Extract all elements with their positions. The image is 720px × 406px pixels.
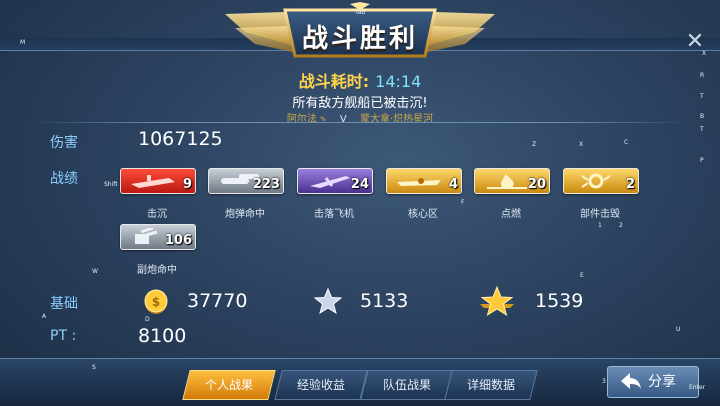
share-button[interactable]: 分享 — [607, 366, 699, 398]
key-hint: Enter — [689, 384, 706, 391]
medal-secondary-hit[interactable]: 106 — [120, 224, 196, 250]
medal-label-fire: 点燃 — [501, 209, 521, 220]
medal-count: 20 — [527, 177, 546, 192]
result-text: 所有敌方舰船已被击沉! — [292, 96, 428, 111]
ship-name: 蒙大拿·炽热星河 — [359, 114, 434, 125]
base-coins-value: 37770 — [187, 290, 248, 312]
medal-sink[interactable]: 9 — [120, 168, 196, 194]
battle-time: 战斗耗时: 14:14 — [0, 68, 720, 92]
gear-explosion-icon — [581, 173, 611, 189]
medal-label-part-destroy: 部件击毁 — [580, 209, 620, 220]
key-hint: X — [579, 141, 584, 148]
ship-core-icon — [397, 178, 441, 186]
silver-star-icon — [314, 288, 342, 314]
damage-label: 伤害 — [50, 135, 78, 151]
tab-team-result[interactable]: 队伍战果 — [360, 370, 454, 400]
key-hint: Z — [532, 141, 537, 148]
key-hint: T — [700, 93, 704, 100]
pt-label: PT : — [50, 328, 77, 344]
versus-separator: V — [339, 114, 347, 125]
key-hint: M — [20, 39, 26, 46]
gold-star-icon — [480, 286, 514, 316]
base-silver-value: 5133 — [360, 290, 409, 312]
pt-value: 8100 — [138, 325, 187, 347]
key-hint: U — [676, 326, 681, 333]
medal-part-destroy[interactable]: 2 — [563, 168, 639, 194]
medal-count: 106 — [164, 233, 192, 248]
battle-result-screen: 战斗胜利 Tab ✕ 战斗耗时: 14:14 所有敌方舰船已被击沉! 阿尔法 ✎ … — [0, 0, 720, 406]
battle-time-label: 战斗耗时: — [298, 72, 370, 91]
key-hint: 1 — [598, 222, 602, 229]
base-gold-value: 1539 — [535, 290, 584, 312]
ship-sinking-icon — [131, 175, 175, 188]
key-hint-tab: Tab — [355, 9, 366, 16]
key-hint: R — [700, 72, 705, 79]
key-hint: P — [700, 157, 704, 164]
svg-text:$: $ — [152, 295, 160, 309]
key-hint: Shift — [104, 181, 118, 188]
key-hint: B — [700, 113, 705, 120]
plane-icon — [310, 176, 350, 188]
key-hint: X — [702, 50, 707, 57]
tab-exp-income[interactable]: 经验收益 — [274, 370, 368, 400]
key-hint: C — [624, 139, 629, 146]
key-hint: F — [461, 199, 465, 206]
player-name: 阿尔法 — [286, 114, 317, 125]
tab-label: 个人战果 — [204, 378, 253, 392]
medal-count: 24 — [350, 177, 369, 192]
tab-label: 经验收益 — [296, 378, 345, 392]
medal-plane-down[interactable]: 24 — [297, 168, 373, 194]
battle-time-value: 14:14 — [375, 72, 422, 91]
key-hint: 2 — [619, 222, 623, 229]
page-title: 战斗胜利 — [301, 24, 418, 54]
medal-core[interactable]: 4 — [386, 168, 462, 194]
tab-label: 队伍战果 — [382, 378, 431, 392]
tab-personal-result[interactable]: 个人战果 — [182, 370, 276, 400]
base-label: 基础 — [50, 296, 78, 312]
record-label: 战绩 — [50, 171, 78, 187]
medal-label-sink: 击沉 — [147, 209, 167, 220]
key-hint: 3 — [602, 378, 606, 385]
medal-count: 2 — [625, 177, 635, 192]
key-hint: W — [92, 268, 98, 275]
medal-label-core: 核心区 — [408, 209, 438, 220]
share-label: 分享 — [648, 374, 676, 390]
medal-count: 9 — [182, 177, 192, 192]
fire-icon — [487, 174, 527, 189]
key-hint: E — [580, 272, 584, 279]
coin-icon: $ — [144, 289, 168, 314]
medal-label-shell-hit: 炮弹命中 — [225, 209, 265, 220]
key-hint: S — [92, 364, 96, 371]
key-hint: A — [42, 313, 47, 320]
medal-count: 223 — [252, 177, 280, 192]
medal-count: 4 — [448, 177, 458, 192]
medal-label-secondary-hit: 副炮命中 — [137, 265, 177, 276]
divider — [28, 122, 692, 123]
key-hint: T — [700, 126, 704, 133]
share-arrow-icon — [621, 373, 641, 389]
tab-detail-data[interactable]: 详细数据 — [444, 370, 538, 400]
medal-label-plane-down: 击落飞机 — [314, 209, 354, 220]
medal-fire[interactable]: 20 — [474, 168, 550, 194]
medal-shell-hit[interactable]: 223 — [208, 168, 284, 194]
damage-value: 1067125 — [138, 128, 223, 150]
key-hint: D — [145, 316, 150, 323]
tab-label: 详细数据 — [466, 378, 515, 392]
